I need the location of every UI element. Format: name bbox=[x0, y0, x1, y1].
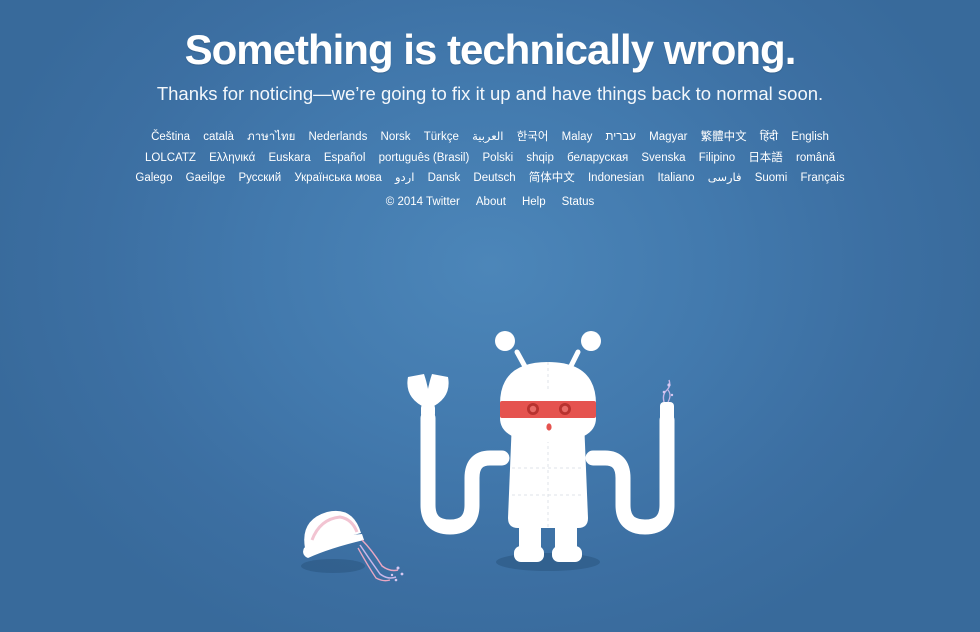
error-page: Something is technically wrong. Thanks f… bbox=[0, 0, 980, 632]
robot-mouth bbox=[546, 423, 552, 431]
robot-left-arm bbox=[420, 410, 510, 535]
robot-right-arm bbox=[585, 402, 675, 535]
broken-robot-illustration bbox=[301, 331, 675, 582]
scissors-icon bbox=[407, 374, 449, 418]
spark-icon bbox=[662, 379, 674, 403]
visor bbox=[500, 401, 596, 418]
robot-head bbox=[500, 362, 596, 442]
head-shadow bbox=[301, 559, 365, 573]
robot-shadow bbox=[496, 553, 600, 571]
